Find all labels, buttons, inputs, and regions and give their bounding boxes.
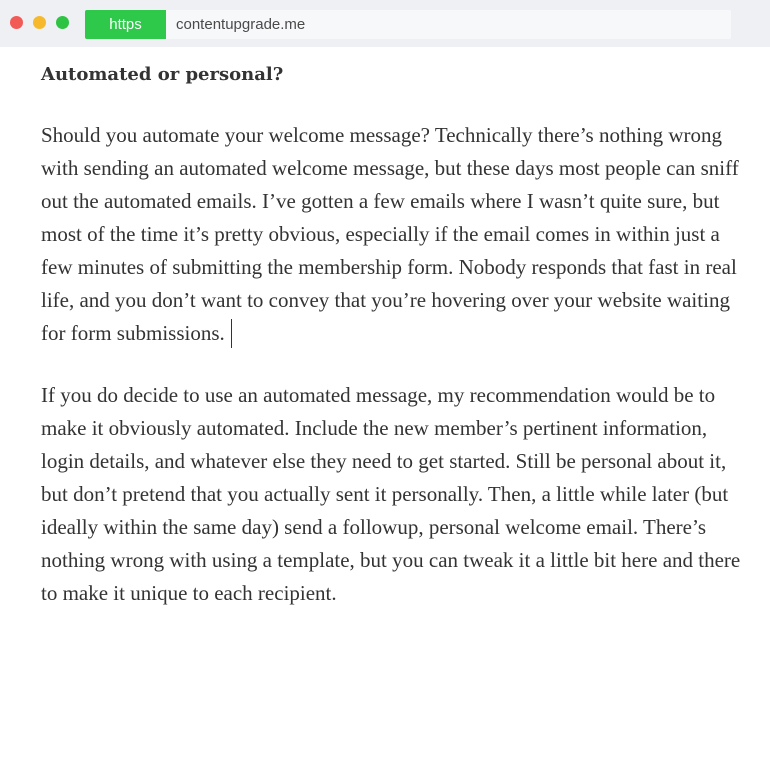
url-text[interactable]: contentupgrade.me [176, 10, 305, 39]
article-paragraph[interactable]: Should you automate your welcome message… [41, 119, 741, 350]
minimize-window-icon[interactable] [33, 16, 46, 29]
text-cursor [230, 319, 232, 348]
article-heading: Automated or personal? [41, 64, 284, 85]
paragraph-text: Should you automate your welcome message… [41, 123, 739, 345]
browser-window: https contentupgrade.me Automated or per… [0, 0, 770, 780]
article-paragraph[interactable]: If you do decide to use an automated mes… [41, 379, 741, 610]
https-badge: https [85, 10, 166, 39]
close-window-icon[interactable] [10, 16, 23, 29]
article-content: Automated or personal? Should you automa… [41, 58, 741, 610]
address-bar[interactable]: https contentupgrade.me [85, 10, 731, 39]
maximize-window-icon[interactable] [56, 16, 69, 29]
browser-toolbar: https contentupgrade.me [0, 0, 770, 47]
